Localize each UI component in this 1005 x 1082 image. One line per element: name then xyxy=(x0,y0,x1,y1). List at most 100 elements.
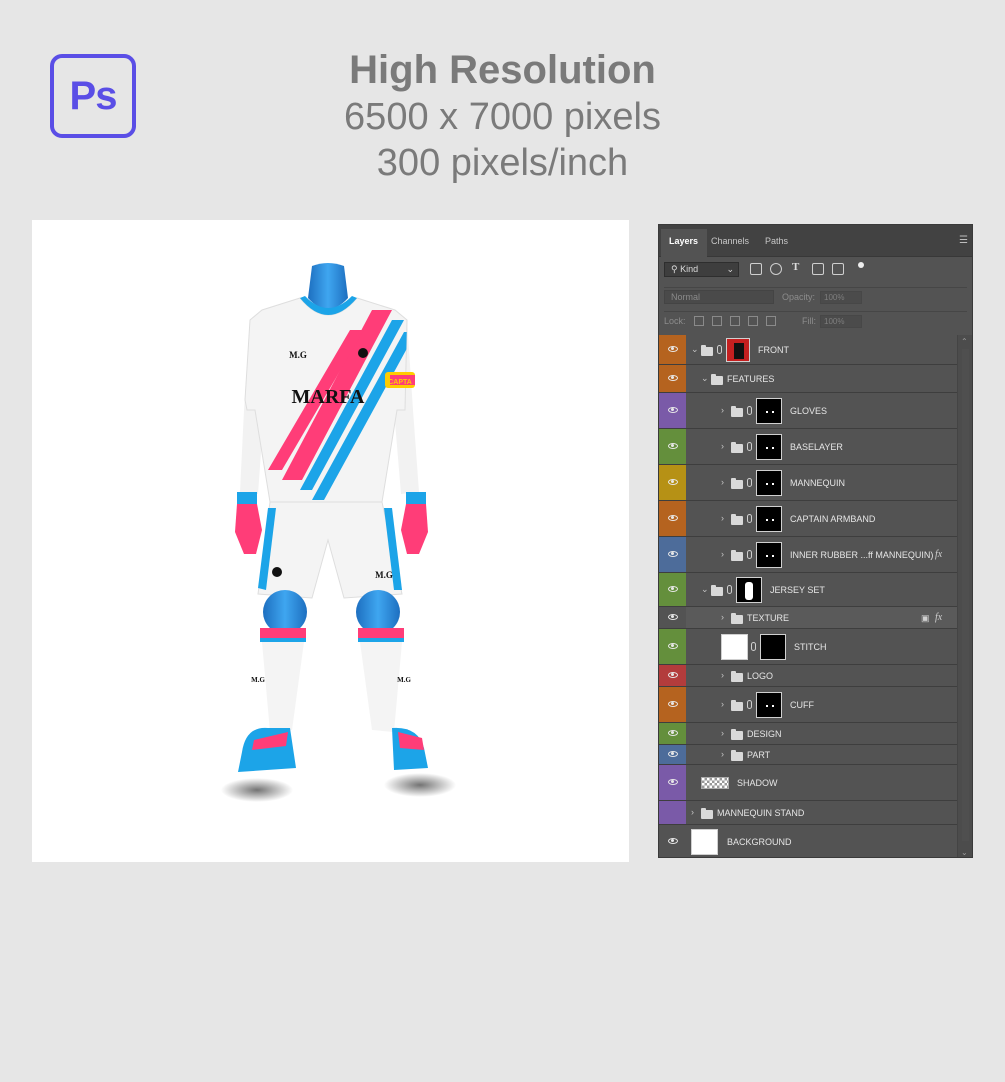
opacity-field[interactable]: 100% xyxy=(820,291,862,304)
expand-closed-icon[interactable]: › xyxy=(691,807,694,817)
layer-row[interactable]: › BASELAYER xyxy=(659,429,959,465)
mask-link-icon[interactable] xyxy=(727,585,732,594)
visibility-eye-icon[interactable] xyxy=(668,838,678,844)
layer-row[interactable]: STITCH xyxy=(659,629,959,665)
layer-name[interactable]: DESIGN xyxy=(747,729,782,739)
layer-row[interactable]: BACKGROUND xyxy=(659,825,959,857)
scroll-up-icon[interactable]: ⌃ xyxy=(961,337,968,346)
expand-closed-icon[interactable]: › xyxy=(721,699,724,709)
expand-open-icon[interactable]: ⌄ xyxy=(691,344,699,355)
expand-closed-icon[interactable]: › xyxy=(721,728,724,738)
visibility-eye-icon[interactable] xyxy=(668,443,678,449)
layer-name[interactable]: FEATURES xyxy=(727,374,774,384)
panel-menu-icon[interactable]: ☰ xyxy=(959,235,968,246)
visibility-eye-icon[interactable] xyxy=(668,346,678,352)
mask-link-icon[interactable] xyxy=(751,642,756,651)
layer-name[interactable]: MANNEQUIN xyxy=(790,478,845,488)
visibility-eye-icon[interactable] xyxy=(668,614,678,620)
mask-link-icon[interactable] xyxy=(747,406,752,415)
layer-thumbnail[interactable] xyxy=(691,829,718,855)
layer-row[interactable]: ⌄ FEATURES xyxy=(659,365,959,393)
layer-mask-thumbnail[interactable] xyxy=(756,398,782,424)
layer-thumbnail[interactable] xyxy=(721,634,748,660)
visibility-eye-icon[interactable] xyxy=(668,551,678,557)
layer-row[interactable]: › PART xyxy=(659,745,959,765)
layer-row[interactable]: › GLOVES xyxy=(659,393,959,429)
expand-closed-icon[interactable]: › xyxy=(721,405,724,415)
mask-link-icon[interactable] xyxy=(747,442,752,451)
adjustment-filter-icon[interactable] xyxy=(770,263,782,275)
shape-filter-icon[interactable] xyxy=(812,263,824,275)
layer-name[interactable]: INNER RUBBER ...ff MANNEQUIN) xyxy=(790,550,933,560)
visibility-eye-icon[interactable] xyxy=(668,643,678,649)
visibility-eye-icon[interactable] xyxy=(668,586,678,592)
layer-name[interactable]: BASELAYER xyxy=(790,442,843,452)
layer-mask-thumbnail[interactable] xyxy=(756,506,782,532)
layer-row[interactable]: ⌄ FRONT xyxy=(659,335,959,365)
visibility-eye-icon[interactable] xyxy=(668,515,678,521)
lock-transparent-icon[interactable] xyxy=(694,316,704,326)
mask-link-icon[interactable] xyxy=(747,550,752,559)
lock-artboard-icon[interactable] xyxy=(748,316,758,326)
visibility-eye-icon[interactable] xyxy=(668,479,678,485)
expand-open-icon[interactable]: ⌄ xyxy=(701,373,709,384)
mask-link-icon[interactable] xyxy=(747,514,752,523)
layer-mask-thumbnail[interactable] xyxy=(756,542,782,568)
lock-all-icon[interactable] xyxy=(766,316,776,326)
layer-row[interactable]: ⌄ JERSEY SET xyxy=(659,573,959,607)
layer-name[interactable]: MANNEQUIN STAND xyxy=(717,808,804,818)
layer-row[interactable]: › DESIGN xyxy=(659,723,959,745)
layer-row[interactable]: › INNER RUBBER ...ff MANNEQUIN) fx xyxy=(659,537,959,573)
layer-name[interactable]: FRONT xyxy=(758,345,789,355)
tab-channels[interactable]: Channels xyxy=(711,236,749,246)
fill-field[interactable]: 100% xyxy=(820,315,862,328)
filter-toggle-icon[interactable] xyxy=(858,262,864,268)
layer-row[interactable]: SHADOW xyxy=(659,765,959,801)
layer-row[interactable]: › LOGO xyxy=(659,665,959,687)
layer-mask-thumbnail[interactable] xyxy=(760,634,786,660)
mask-link-icon[interactable] xyxy=(747,700,752,709)
expand-closed-icon[interactable]: › xyxy=(721,612,724,622)
layer-name[interactable]: PART xyxy=(747,750,770,760)
visibility-eye-icon[interactable] xyxy=(668,407,678,413)
layer-row[interactable]: › CUFF xyxy=(659,687,959,723)
layer-name[interactable]: CAPTAIN ARMBAND xyxy=(790,514,875,524)
layer-mask-thumbnail[interactable] xyxy=(756,692,782,718)
expand-closed-icon[interactable]: › xyxy=(721,749,724,759)
layer-effects-icon[interactable]: fx xyxy=(935,612,942,623)
layer-name[interactable]: LOGO xyxy=(747,671,773,681)
layer-thumbnail[interactable] xyxy=(701,777,729,789)
tab-paths[interactable]: Paths xyxy=(765,236,788,246)
layer-name[interactable]: GLOVES xyxy=(790,406,827,416)
type-filter-icon[interactable]: T xyxy=(792,261,804,273)
layer-row[interactable]: › CAPTAIN ARMBAND xyxy=(659,501,959,537)
scroll-down-icon[interactable]: ⌄ xyxy=(961,848,968,857)
layer-name[interactable]: STITCH xyxy=(794,642,827,652)
lock-position-icon[interactable] xyxy=(730,316,740,326)
expand-closed-icon[interactable]: › xyxy=(721,549,724,559)
visibility-eye-icon[interactable] xyxy=(668,779,678,785)
pixel-filter-icon[interactable] xyxy=(750,263,762,275)
layer-list-scrollbar[interactable]: ⌃ ⌄ xyxy=(957,335,972,857)
layer-name[interactable]: CUFF xyxy=(790,700,814,710)
layer-name[interactable]: TEXTURE xyxy=(747,613,789,623)
visibility-eye-icon[interactable] xyxy=(668,375,678,381)
visibility-eye-icon[interactable] xyxy=(668,751,678,757)
blend-mode-select[interactable]: Normal xyxy=(664,290,774,304)
expand-closed-icon[interactable]: › xyxy=(721,441,724,451)
expand-open-icon[interactable]: ⌄ xyxy=(701,584,709,595)
layer-mask-thumbnail[interactable] xyxy=(736,577,762,603)
layer-mask-thumbnail[interactable] xyxy=(726,338,750,362)
visibility-eye-icon[interactable] xyxy=(668,730,678,736)
visibility-eye-icon[interactable] xyxy=(668,701,678,707)
tab-layers[interactable]: Layers xyxy=(669,236,698,246)
layer-name[interactable]: SHADOW xyxy=(737,778,778,788)
expand-closed-icon[interactable]: › xyxy=(721,670,724,680)
layer-mask-thumbnail[interactable] xyxy=(756,470,782,496)
layer-row[interactable]: › MANNEQUIN xyxy=(659,465,959,501)
smart-object-filter-icon[interactable] xyxy=(832,263,844,275)
layer-mask-thumbnail[interactable] xyxy=(756,434,782,460)
visibility-eye-icon[interactable] xyxy=(668,672,678,678)
layer-row[interactable]: › MANNEQUIN STAND xyxy=(659,801,959,825)
layer-name[interactable]: JERSEY SET xyxy=(770,585,825,595)
